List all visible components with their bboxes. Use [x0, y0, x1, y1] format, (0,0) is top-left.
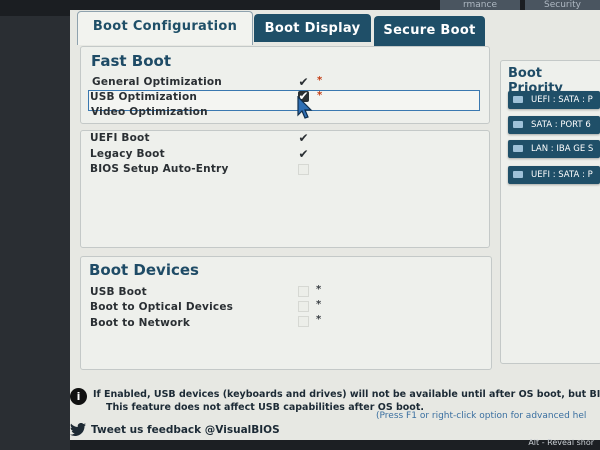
boot-devices-title: Boot Devices — [89, 261, 199, 279]
boot-to-optical-devices-checkbox[interactable] — [298, 301, 309, 312]
drive-icon — [513, 171, 523, 178]
boot-to-optical-devices-label: Boot to Optical Devices — [90, 301, 234, 313]
help-hint: (Press F1 or right-click option for adva… — [376, 411, 587, 421]
mouse-cursor-icon — [297, 96, 313, 119]
usb-boot-asterisk: * — [316, 284, 322, 295]
boot-priority-item-label: UEFI : SATA : P — [531, 170, 593, 180]
boot-priority-item[interactable]: SATA : PORT 6 — [508, 116, 600, 134]
tab-boot-configuration[interactable]: Boot Configuration — [77, 11, 253, 45]
video-optimization-label: Video Optimization — [91, 106, 208, 118]
general-optimization-label: General Optimization — [92, 76, 222, 88]
boot-priority-item-label: SATA : PORT 6 — [531, 120, 591, 130]
tab-secure-boot[interactable]: Secure Boot — [374, 16, 485, 46]
bottom-status-bar: Alt - Reveal shor — [70, 438, 600, 450]
boot-to-network-asterisk: * — [316, 314, 322, 325]
uefi-boot-checkbox[interactable]: ✔ — [298, 132, 309, 144]
tab-boot-display[interactable]: Boot Display — [254, 14, 371, 42]
drive-icon — [513, 96, 523, 103]
bios-setup-auto-entry-label: BIOS Setup Auto-Entry — [90, 163, 229, 175]
legacy-boot-label: Legacy Boot — [90, 148, 165, 160]
boot-to-network-checkbox[interactable] — [298, 316, 309, 327]
boot-priority-item-label: UEFI : SATA : P — [531, 95, 593, 105]
usb-optimization-label: USB Optimization — [90, 91, 198, 103]
twitter-icon[interactable] — [70, 422, 86, 437]
info-line-1: If Enabled, USB devices (keyboards and d… — [93, 389, 600, 400]
usb-boot-checkbox[interactable] — [298, 286, 309, 297]
monitor-bezel-left — [0, 0, 70, 450]
boot-priority-item-label: LAN : IBA GE S — [531, 144, 594, 154]
bios-setup-auto-entry-checkbox[interactable] — [298, 164, 309, 175]
keyboard-hint: Alt - Reveal shor — [528, 438, 594, 447]
general-optimization-checkbox[interactable]: ✔ — [298, 76, 309, 88]
usb-optimization-asterisk: * — [317, 90, 323, 101]
uefi-boot-label: UEFI Boot — [90, 132, 150, 144]
boot-priority-item[interactable]: UEFI : SATA : P — [508, 91, 600, 109]
drive-icon — [513, 121, 523, 128]
info-icon: i — [70, 388, 87, 405]
boot-to-optical-devices-asterisk: * — [316, 299, 322, 310]
boot-priority-item[interactable]: LAN : IBA GE S — [508, 140, 600, 158]
boot-priority-item[interactable]: UEFI : SATA : P — [508, 166, 600, 184]
feedback-link[interactable]: Tweet us feedback @VisualBIOS — [91, 424, 280, 436]
general-optimization-asterisk: * — [317, 75, 323, 86]
drive-icon — [513, 145, 523, 152]
boot-to-network-label: Boot to Network — [90, 317, 190, 329]
usb-boot-label: USB Boot — [90, 286, 147, 298]
fast-boot-title: Fast Boot — [91, 52, 172, 70]
legacy-boot-checkbox[interactable]: ✔ — [298, 148, 309, 160]
